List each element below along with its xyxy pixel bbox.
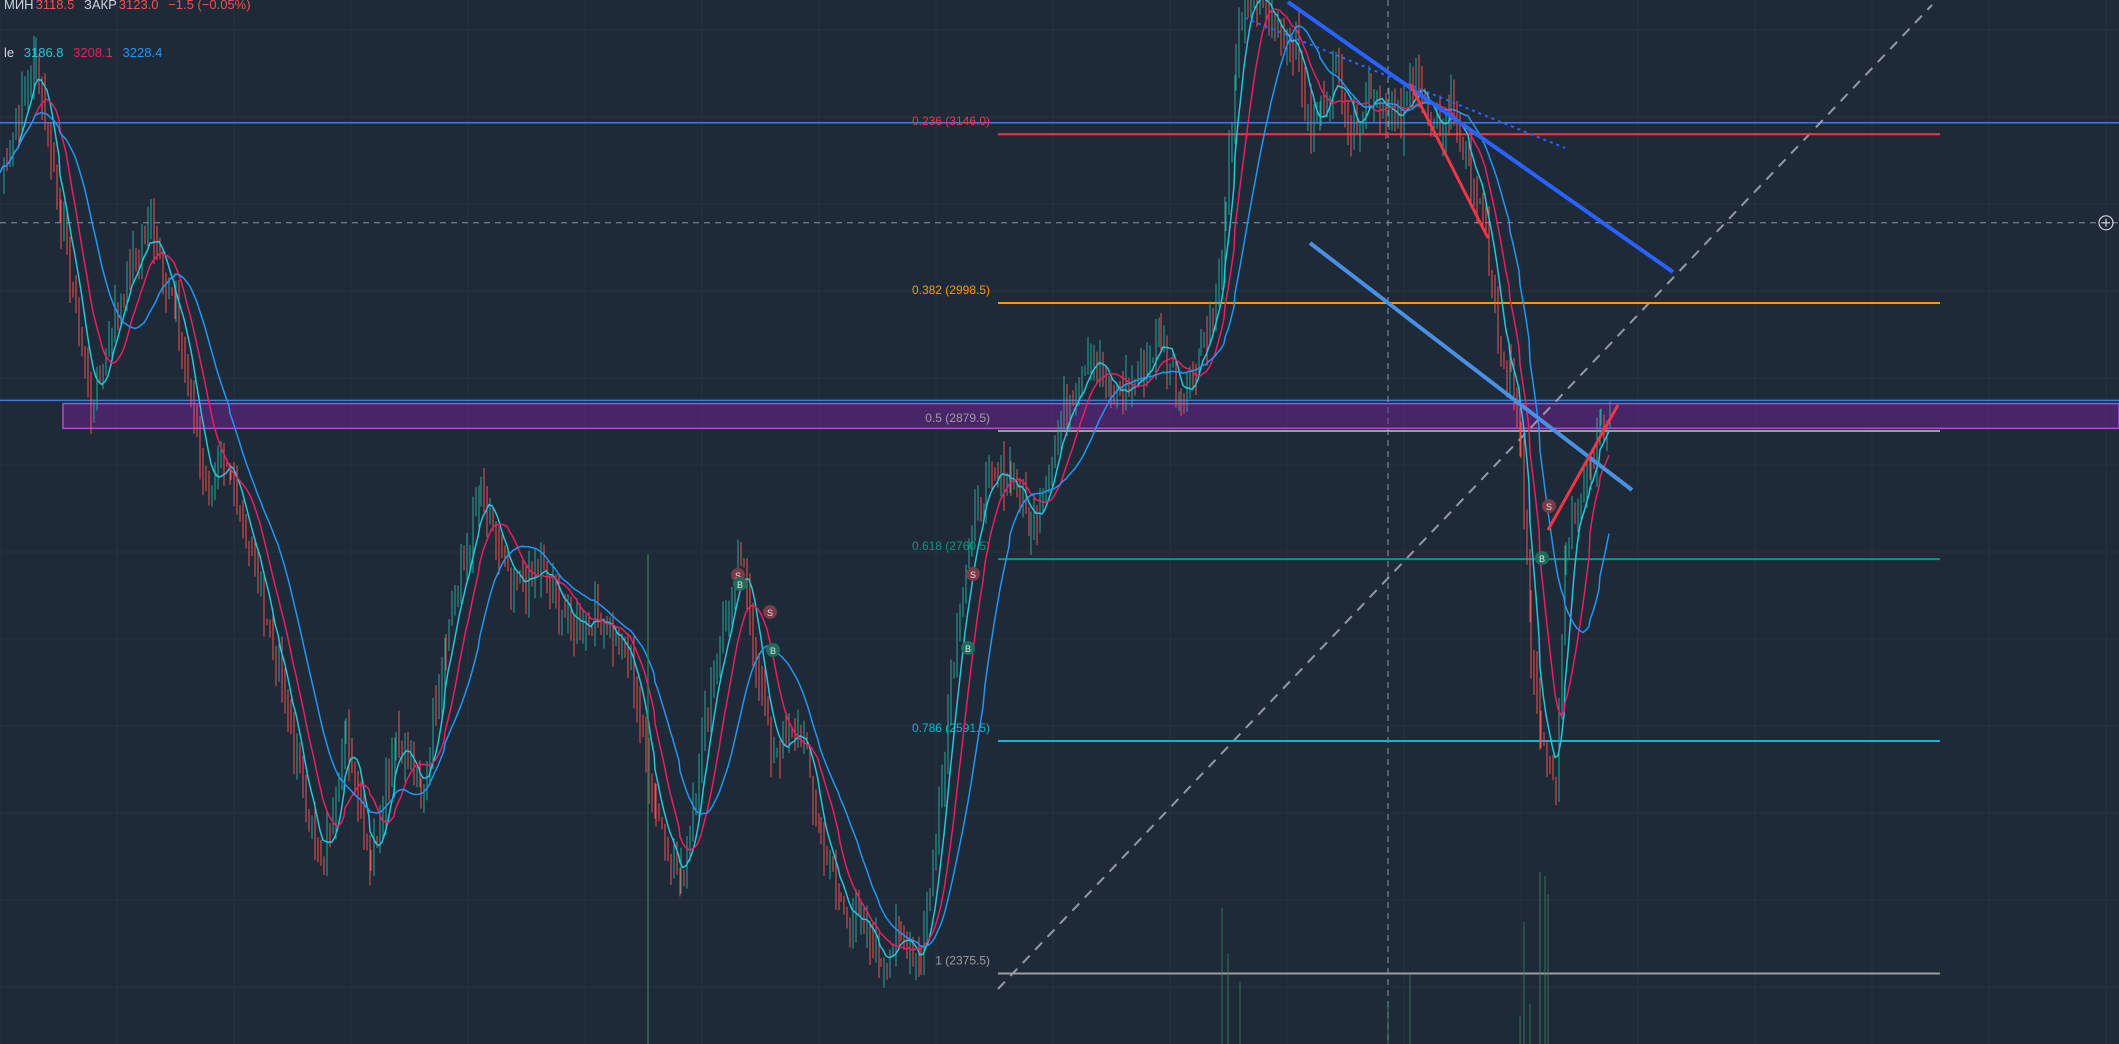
trade-marker-label: B [965, 644, 971, 654]
fib-level-label: 0.5 (2879.5) [925, 411, 990, 425]
close-value: 3123.0 [118, 0, 159, 12]
candlesticks [3, 0, 1611, 988]
ma-legend: le 3186.8 3208.1 3228.4 [4, 45, 168, 60]
ma-fast-line [0, 0, 1610, 959]
ma-slow-value: 3228.4 [122, 45, 163, 60]
fib-level-label: 0.382 (2998.5) [912, 283, 990, 297]
ma-mid-line [0, 8, 1610, 951]
ma-mid-value: 3208.1 [73, 45, 113, 60]
ohlc-legend: МИН 3118.5 ЗАКР 3123.0 −1.5 (−0.05%) [4, 0, 257, 12]
support-zone [62, 402, 2119, 430]
trade-marker-label: S [767, 608, 773, 618]
crosshair-plus-icon-cross [2102, 218, 2110, 227]
low-value: 3118.5 [35, 0, 75, 12]
chart-area[interactable]: 0.236 (3146.0) 0.382 (2998.5) 0.5 (2879.5)… [0, 0, 2119, 1044]
grid [0, 0, 2119, 1044]
fib-trend-dashed-line [997, 4, 1933, 990]
trade-markers: SBSBSBSB [731, 499, 1556, 657]
low-label: МИН [4, 0, 34, 12]
trade-marker-label: B [1539, 554, 1545, 564]
close-label: ЗАКР [83, 0, 117, 12]
fibonacci-retracement: 0.236 (3146.0) 0.382 (2998.5) 0.5 (2879.5)… [912, 114, 1940, 975]
descending-trendline-lower [1308, 241, 1634, 492]
trade-marker-label: B [737, 580, 743, 590]
trade-marker-label: S [970, 570, 976, 580]
volume-bars [647, 554, 1549, 1044]
indicator-label: le [4, 45, 15, 60]
fib-level-label: 0.236 (3146.0) [912, 114, 990, 128]
descending-trendline-upper [1286, 0, 1675, 274]
change-value: −1.5 (−0.05%) [168, 0, 251, 12]
trade-marker-label: S [1546, 502, 1552, 512]
trade-marker-label: B [770, 646, 776, 656]
fib-level-label: 1 (2375.5) [935, 954, 990, 968]
ma-fast-value: 3186.8 [23, 45, 64, 60]
ma-slow-line [0, 24, 1610, 948]
price-chart[interactable]: 0.236 (3146.0) 0.382 (2998.5) 0.5 (2879.5)… [0, 0, 2119, 1044]
